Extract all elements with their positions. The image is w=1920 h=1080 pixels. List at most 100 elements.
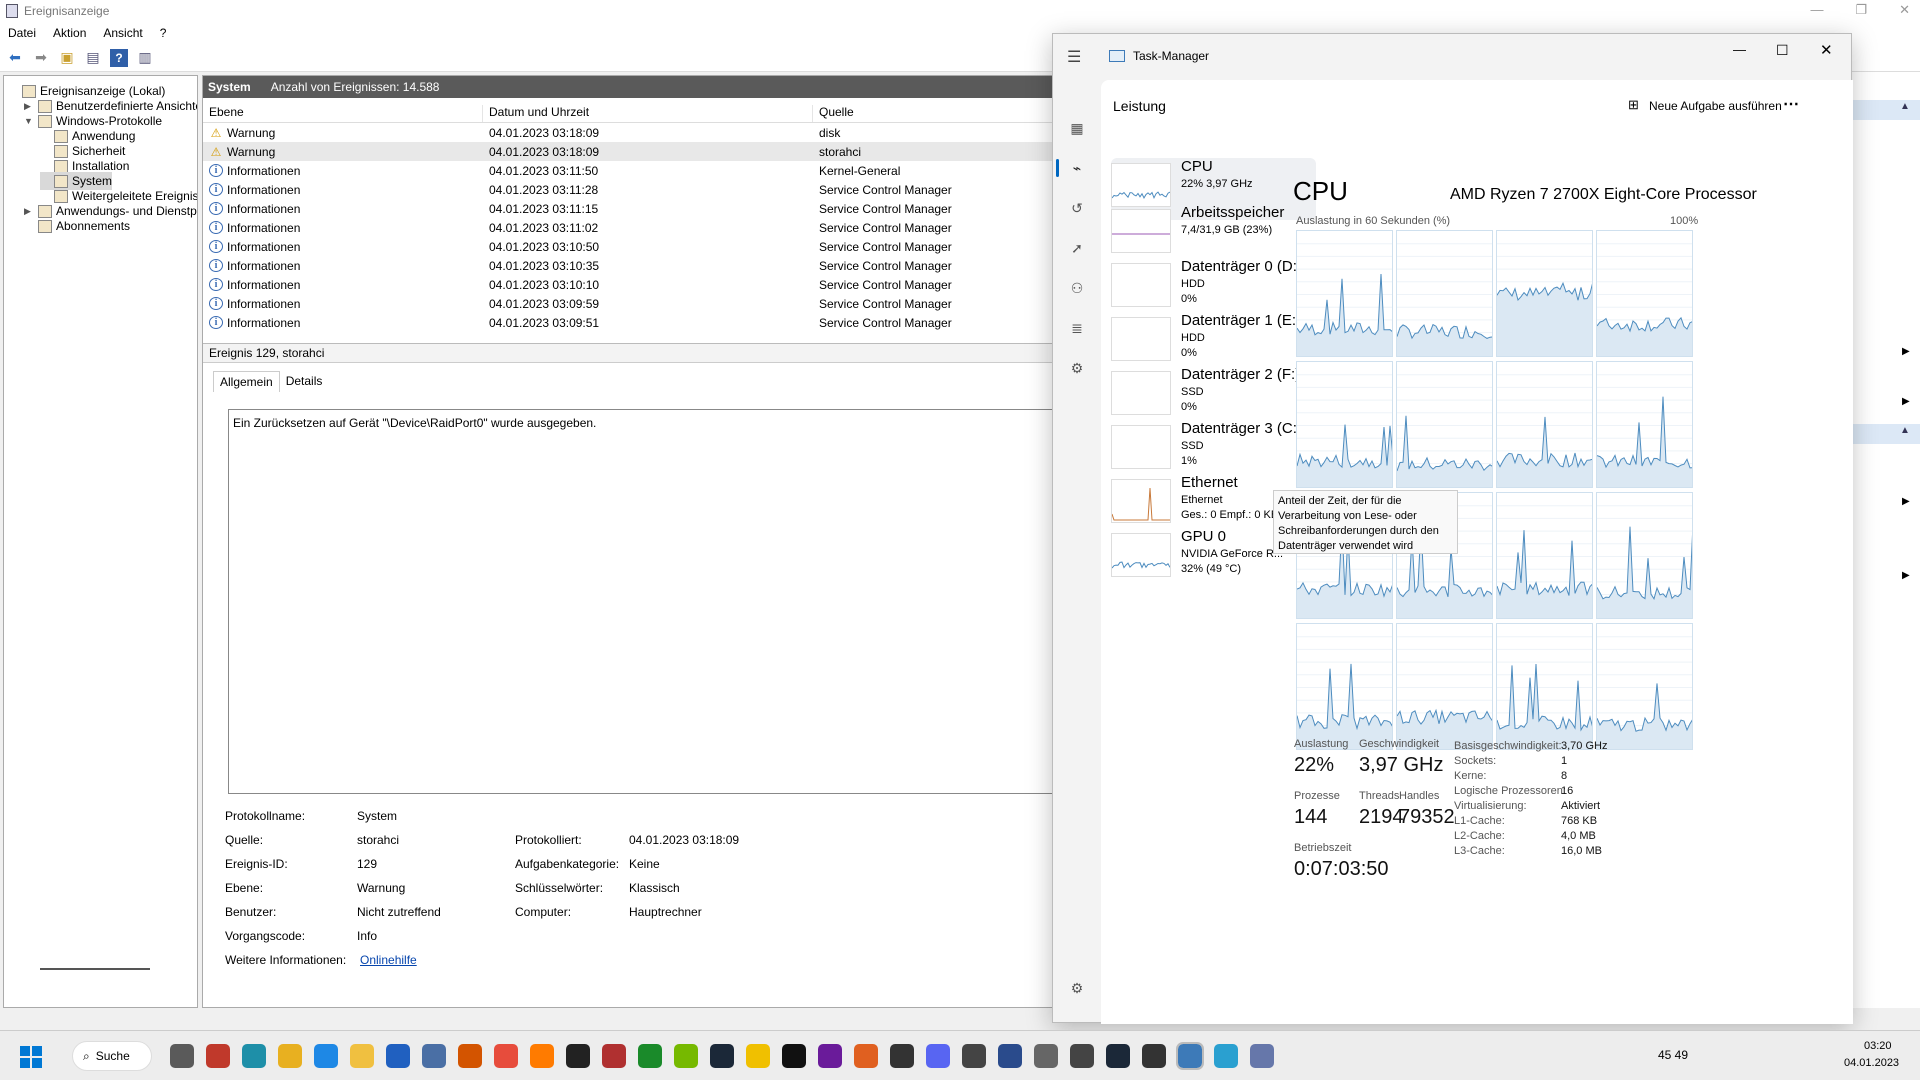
table-row[interactable]: i Informationen 04.01.2023 03:10:35 Service… (203, 256, 1060, 275)
tree-item[interactable]: Abonnements (24, 217, 130, 235)
help-icon[interactable]: ? (110, 49, 128, 67)
origin-icon[interactable] (854, 1044, 878, 1068)
table-row[interactable]: i Informationen 04.01.2023 03:09:51 Service… (203, 313, 1060, 332)
services-icon[interactable]: ⚙ (1067, 358, 1087, 378)
device-item[interactable]: Arbeitsspeicher 7,4/31,9 GB (23%) (1111, 204, 1316, 266)
app-icon[interactable] (458, 1044, 482, 1068)
collapse-icon-2[interactable]: ▲ (1900, 425, 1910, 436)
remote-icon[interactable] (1214, 1044, 1238, 1068)
device-item[interactable]: Datenträger 1 (E:) HDD 0% (1111, 312, 1316, 374)
device-item[interactable]: Datenträger 3 (C:) SSD 1% (1111, 420, 1316, 482)
action-pane-icon[interactable]: ▥ (136, 49, 154, 67)
cell-ebene: i Informationen (203, 316, 483, 330)
folder-up-icon[interactable]: ▣ (58, 49, 76, 67)
menu-ansicht[interactable]: Ansicht (103, 26, 142, 40)
security-icon[interactable] (386, 1044, 410, 1068)
users-icon[interactable]: ⚇ (1067, 278, 1087, 298)
nvidia-icon[interactable] (674, 1044, 698, 1068)
discord-icon[interactable] (926, 1044, 950, 1068)
details-icon[interactable]: ≣ (1067, 318, 1087, 338)
event-message[interactable]: Ein Zurücksetzen auf Gerät "\Device\Raid… (228, 409, 1060, 794)
epic-games-icon[interactable] (782, 1044, 806, 1068)
more-options-icon[interactable]: ⋯ (1783, 94, 1799, 114)
steam-icon[interactable] (1106, 1044, 1130, 1068)
minimize-icon[interactable]: — (1810, 2, 1823, 18)
column-datum[interactable]: Datum und Uhrzeit (483, 105, 813, 122)
submenu-arrow-icon[interactable]: ▶ (1902, 346, 1910, 357)
table-row[interactable]: ⚠ Warnung 04.01.2023 03:18:09 storahci (203, 142, 1060, 161)
tm-minimize-icon[interactable]: — (1733, 42, 1746, 57)
device-item[interactable]: Datenträger 2 (F:) SSD 0% (1111, 366, 1316, 428)
app-icon[interactable] (1142, 1044, 1166, 1068)
app-icon[interactable] (602, 1044, 626, 1068)
start-button[interactable] (20, 1046, 42, 1068)
app-icon[interactable] (962, 1044, 986, 1068)
store-icon[interactable] (350, 1044, 374, 1068)
settings-icon[interactable]: ⚙ (1067, 978, 1087, 998)
app-icon[interactable] (638, 1044, 662, 1068)
back-arrow-icon[interactable]: ⬅ (6, 49, 24, 67)
maximize-icon[interactable]: ❐ (1855, 2, 1867, 18)
label-ereignis-id: Ereignis-ID: (225, 857, 288, 871)
tm-maximize-icon[interactable]: ☐ (1776, 42, 1789, 59)
table-row[interactable]: i Informationen 04.01.2023 03:09:59 Service… (203, 294, 1060, 313)
console-tree-icon[interactable]: ▤ (84, 49, 102, 67)
task-view-icon[interactable] (170, 1044, 194, 1068)
app-icon[interactable] (566, 1044, 590, 1068)
file-explorer-icon[interactable] (278, 1044, 302, 1068)
app-icon[interactable] (1070, 1044, 1094, 1068)
table-row[interactable]: i Informationen 04.01.2023 03:10:50 Service… (203, 237, 1060, 256)
column-quelle[interactable]: Quelle (813, 105, 1060, 122)
table-row[interactable]: ⚠ Warnung 04.01.2023 03:18:09 disk (203, 123, 1060, 142)
app-icon[interactable] (206, 1044, 230, 1068)
steam-icon[interactable] (710, 1044, 734, 1068)
table-row[interactable]: i Informationen 04.01.2023 03:11:50 Kernel-… (203, 161, 1060, 180)
clock-date[interactable]: 04.01.2023 (1844, 1057, 1899, 1069)
table-row[interactable]: i Informationen 04.01.2023 03:11:15 Service… (203, 199, 1060, 218)
column-ebene[interactable]: Ebene (203, 105, 483, 122)
app-history-icon[interactable]: ↺ (1067, 198, 1087, 218)
hamburger-menu-icon[interactable]: ☰ (1067, 47, 1081, 67)
new-task-icon[interactable]: ⊞ (1628, 97, 1639, 113)
processes-icon[interactable]: ▦ (1067, 118, 1087, 138)
value-ebene: Warnung (357, 881, 405, 895)
app-icon[interactable] (818, 1044, 842, 1068)
menu-datei[interactable]: Datei (8, 26, 36, 40)
app-icon[interactable] (998, 1044, 1022, 1068)
search-box[interactable]: ⌕ Suche (72, 1041, 152, 1071)
submenu-arrow-icon[interactable]: ▶ (1902, 396, 1910, 407)
collapse-icon[interactable]: ▲ (1900, 101, 1910, 112)
task-manager-icon[interactable] (1178, 1044, 1202, 1068)
tab-allgemein[interactable]: Allgemein (213, 371, 280, 392)
forward-arrow-icon[interactable]: ➡ (32, 49, 50, 67)
tab-details[interactable]: Details (280, 371, 329, 392)
expand-icon[interactable]: ▼ (24, 116, 34, 126)
app-icon[interactable] (242, 1044, 266, 1068)
firefox-icon[interactable] (530, 1044, 554, 1068)
tm-close-icon[interactable]: ✕ (1820, 41, 1833, 59)
clock-time[interactable]: 03:20 (1864, 1040, 1892, 1052)
table-row[interactable]: i Informationen 04.01.2023 03:10:10 Service… (203, 275, 1060, 294)
new-task-button[interactable]: Neue Aufgabe ausführen (1649, 99, 1782, 113)
app-icon[interactable] (890, 1044, 914, 1068)
submenu-arrow-icon[interactable]: ▶ (1902, 496, 1910, 507)
expand-icon[interactable]: ▶ (24, 206, 34, 217)
edge-icon[interactable] (314, 1044, 338, 1068)
close-icon[interactable]: ✕ (1899, 2, 1910, 18)
performance-icon[interactable]: ⌁ (1067, 158, 1087, 178)
app-icon[interactable] (494, 1044, 518, 1068)
expand-icon[interactable]: ▶ (24, 101, 34, 112)
onlinehilfe-link[interactable]: Onlinehilfe (360, 953, 417, 967)
startup-apps-icon[interactable]: ➚ (1067, 238, 1087, 258)
menu-aktion[interactable]: Aktion (53, 26, 86, 40)
tree-scrollbar[interactable] (40, 968, 150, 970)
submenu-arrow-icon[interactable]: ▶ (1902, 570, 1910, 581)
device-item[interactable]: Datenträger 0 (D:) HDD 0% (1111, 258, 1316, 320)
app-icon[interactable] (422, 1044, 446, 1068)
app-icon[interactable] (1250, 1044, 1274, 1068)
app-icon[interactable] (1034, 1044, 1058, 1068)
table-row[interactable]: i Informationen 04.01.2023 03:11:02 Service… (203, 218, 1060, 237)
menu-help[interactable]: ? (160, 26, 167, 40)
rockstar-icon[interactable] (746, 1044, 770, 1068)
table-row[interactable]: i Informationen 04.01.2023 03:11:28 Service… (203, 180, 1060, 199)
